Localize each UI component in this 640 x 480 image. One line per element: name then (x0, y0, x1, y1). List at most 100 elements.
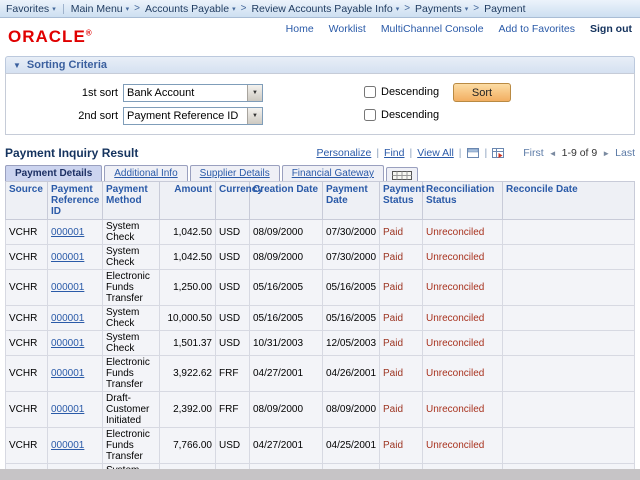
oracle-logo: ORACLE® (8, 27, 93, 47)
main-menu[interactable]: Main Menu ▾ (71, 3, 129, 15)
crumb-label: Accounts Payable (145, 3, 229, 15)
header-creation-date[interactable]: Creation Date (250, 182, 323, 220)
reconciliation-status-cell: Unreconciled (423, 464, 503, 470)
first-sort-dropdown[interactable]: Bank Account ▼ (123, 84, 263, 102)
favorites-menu[interactable]: Favorites ▾ (6, 3, 56, 15)
tab-payment-details[interactable]: Payment Details (5, 165, 102, 181)
sorting-criteria-panel: 1st sort Bank Account ▼ Descending Sort … (5, 73, 635, 135)
first-descending-checkbox[interactable] (364, 86, 376, 98)
payment-status-cell: Paid (380, 392, 423, 428)
reconciliation-status-cell: Unreconciled (423, 270, 503, 306)
result-tabs: Payment Details Additional Info Supplier… (5, 165, 635, 181)
next-page-icon[interactable]: ► (602, 149, 610, 158)
dropdown-arrow-icon[interactable]: ▼ (247, 85, 262, 101)
header-amount[interactable]: Amount (160, 182, 216, 220)
worklist-link[interactable]: Worklist (329, 23, 366, 35)
amount-cell: 1,250.00 (160, 270, 216, 306)
payment-reference-link[interactable]: 000001 (48, 356, 103, 392)
header-payment-status[interactable]: Payment Status (380, 182, 423, 220)
zoom-grid-icon[interactable] (467, 147, 480, 159)
header-reconciliation-status[interactable]: Reconciliation Status (423, 182, 503, 220)
source-cell: VCHR (6, 331, 48, 356)
source-cell: VCHR (6, 306, 48, 331)
source-cell: VCHR (6, 245, 48, 270)
chevron-down-icon: ▾ (232, 5, 236, 13)
registered-mark: ® (86, 28, 93, 37)
payment-method-cell: System Check (103, 331, 160, 356)
crumb-label: Payments (415, 3, 462, 15)
payment-date-cell: 04/25/2001 (323, 428, 380, 464)
payment-reference-link[interactable]: 000001 (48, 270, 103, 306)
pipe-separator: | (485, 147, 488, 159)
last-page-link[interactable]: Last (615, 147, 635, 159)
header-source[interactable]: Source (6, 182, 48, 220)
show-all-columns-tab[interactable] (386, 167, 418, 181)
breadcrumb-review-ap-info[interactable]: Review Accounts Payable Info ▾ (251, 3, 399, 15)
payment-status-cell: Paid (380, 331, 423, 356)
dropdown-arrow-icon[interactable]: ▼ (247, 108, 262, 124)
header-payment-method[interactable]: Payment Method (103, 182, 160, 220)
table-row: VCHR 000001 System Check 1,042.50 USD 08… (6, 245, 635, 270)
utility-links: Home Worklist MultiChannel Console Add t… (286, 23, 632, 35)
sorting-criteria-header[interactable]: ▼ Sorting Criteria (5, 56, 635, 73)
table-row: VCHR 000001 Electronic Funds Transfer 7,… (6, 428, 635, 464)
source-cell: VCHR (6, 220, 48, 245)
personalize-link[interactable]: Personalize (316, 147, 371, 159)
breadcrumb-payments[interactable]: Payments ▾ (415, 3, 468, 15)
second-sort-dropdown[interactable]: Payment Reference ID ▼ (123, 107, 263, 125)
add-to-favorites-link[interactable]: Add to Favorites (499, 23, 575, 35)
find-link[interactable]: Find (384, 147, 404, 159)
payment-inquiry-result-header: Payment Inquiry Result Personalize | Fin… (5, 146, 635, 160)
tab-supplier-details[interactable]: Supplier Details (190, 165, 280, 181)
pipe-separator: | (376, 147, 379, 159)
payment-reference-link[interactable]: 000001 (48, 331, 103, 356)
creation-date-cell: 08/09/2000 (250, 220, 323, 245)
sort-button[interactable]: Sort (453, 83, 511, 102)
currency-cell: USD (216, 428, 250, 464)
breadcrumb-accounts-payable[interactable]: Accounts Payable ▾ (145, 3, 236, 15)
payment-reference-link[interactable]: 000001 (48, 245, 103, 270)
header-payment-date[interactable]: Payment Date (323, 182, 380, 220)
header-currency[interactable]: Currency (216, 182, 250, 220)
second-descending-checkbox[interactable] (364, 109, 376, 121)
previous-page-icon[interactable]: ◄ (549, 149, 557, 158)
reconciliation-status-cell: Unreconciled (423, 356, 503, 392)
home-link[interactable]: Home (286, 23, 314, 35)
currency-cell: USD (216, 306, 250, 331)
chevron-down-icon: ▾ (465, 5, 469, 13)
payment-reference-link[interactable]: 000001 (48, 306, 103, 331)
reconcile-date-cell (503, 356, 635, 392)
crumb-label: Review Accounts Payable Info (251, 3, 392, 15)
breadcrumb-current-payment: Payment (484, 3, 525, 15)
payment-status-cell: Paid (380, 270, 423, 306)
second-sort-label: 2nd sort (6, 110, 118, 122)
payment-method-cell: System Check (103, 306, 160, 331)
payment-status-cell: Paid (380, 245, 423, 270)
first-page-link[interactable]: First (523, 147, 543, 159)
header-reconcile-date[interactable]: Reconcile Date (503, 182, 635, 220)
payment-reference-link[interactable]: 000001 (48, 464, 103, 470)
currency-cell: USD (216, 220, 250, 245)
payment-reference-link[interactable]: 000001 (48, 428, 103, 464)
top-bar: ORACLE® Home Worklist MultiChannel Conso… (0, 18, 640, 52)
payment-method-cell: System Check (103, 220, 160, 245)
sign-out-link[interactable]: Sign out (590, 23, 632, 35)
chevron-down-icon: ▾ (396, 5, 400, 13)
amount-cell: 2,392.00 (160, 392, 216, 428)
amount-cell: 10,000.50 (160, 306, 216, 331)
payment-method-cell: Electronic Funds Transfer (103, 270, 160, 306)
payment-reference-link[interactable]: 000001 (48, 220, 103, 245)
collapse-triangle-icon[interactable]: ▼ (13, 61, 21, 70)
download-grid-icon[interactable] (492, 147, 505, 159)
tab-additional-info[interactable]: Additional Info (104, 165, 187, 181)
reconcile-date-cell (503, 220, 635, 245)
reconciliation-status-cell: Unreconciled (423, 220, 503, 245)
multichannel-console-link[interactable]: MultiChannel Console (381, 23, 484, 35)
header-payment-reference-id[interactable]: Payment Reference ID (48, 182, 103, 220)
source-cell: VCHR (6, 392, 48, 428)
payment-reference-link[interactable]: 000001 (48, 392, 103, 428)
creation-date-cell: 05/16/2005 (250, 270, 323, 306)
divider (63, 4, 64, 14)
tab-financial-gateway[interactable]: Financial Gateway (282, 165, 384, 181)
view-all-link[interactable]: View All (417, 147, 454, 159)
